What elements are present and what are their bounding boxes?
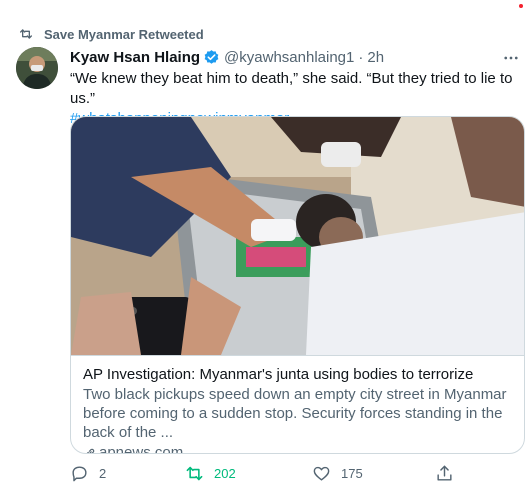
like-count: 175 bbox=[341, 465, 363, 481]
avatar[interactable] bbox=[16, 47, 58, 89]
notification-dot bbox=[519, 4, 523, 8]
separator: · bbox=[358, 48, 364, 66]
retweet-icon bbox=[20, 29, 32, 39]
like-button[interactable]: 175 bbox=[312, 462, 363, 484]
retweet-context[interactable]: Save Myanmar Retweeted bbox=[20, 24, 204, 44]
tweet-actions: 2 202 175 bbox=[70, 462, 470, 484]
card-text[interactable]: AP Investigation: Myanmar's junta using … bbox=[71, 355, 524, 454]
retweet-button[interactable]: 202 bbox=[185, 462, 236, 484]
share-icon bbox=[437, 465, 452, 481]
card-image[interactable] bbox=[71, 117, 524, 355]
retweet-icon bbox=[186, 466, 203, 480]
link-card[interactable]: AP Investigation: Myanmar's junta using … bbox=[70, 116, 525, 454]
card-domain: apnews.com bbox=[83, 444, 512, 454]
verified-badge-icon bbox=[204, 49, 219, 64]
timestamp[interactable]: 2h bbox=[367, 49, 384, 66]
retweet-count: 202 bbox=[214, 465, 236, 481]
more-icon[interactable] bbox=[502, 49, 520, 67]
card-domain-text: apnews.com bbox=[99, 444, 184, 454]
reply-count: 2 bbox=[99, 465, 107, 481]
like-icon bbox=[313, 466, 330, 481]
retweet-label: Save Myanmar Retweeted bbox=[44, 26, 204, 42]
display-name[interactable]: Kyaw Hsan Hlaing bbox=[70, 49, 200, 66]
tweet-header: Kyaw Hsan Hlaing @kyawhsanhlaing1 · 2h bbox=[70, 47, 520, 67]
card-description: Two black pickups speed down an empty ci… bbox=[83, 386, 507, 441]
share-button[interactable] bbox=[435, 462, 464, 484]
link-icon bbox=[86, 448, 95, 453]
handle[interactable]: @kyawhsanhlaing1 bbox=[224, 49, 354, 66]
reply-icon bbox=[72, 465, 87, 481]
card-title: AP Investigation: Myanmar's junta using … bbox=[83, 366, 474, 383]
reply-button[interactable]: 2 bbox=[70, 462, 106, 484]
tweet-text: “We knew they beat him to death,” she sa… bbox=[70, 70, 513, 107]
